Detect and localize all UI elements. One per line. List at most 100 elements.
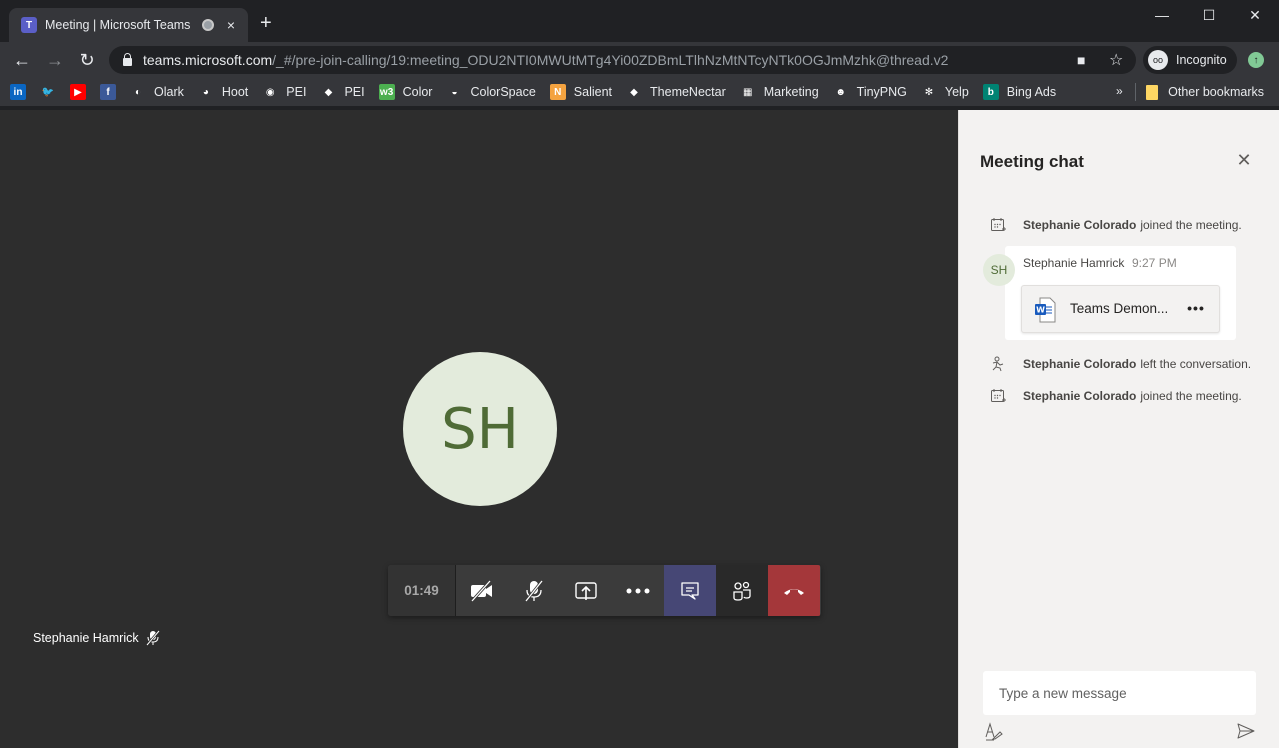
teams-content: SH 01:49 Stephanie Hamrick Meeting chat … — [0, 110, 1279, 748]
tab-strip: T Meeting | Microsoft Teams × + — ☐ ✕ — [0, 0, 1279, 42]
back-button[interactable]: ← — [10, 48, 34, 72]
message-input[interactable] — [999, 683, 1239, 703]
bookmark-item[interactable]: ◆ ThemeNectar — [626, 84, 726, 100]
share-screen-icon — [575, 581, 597, 600]
file-name: Teams Demon... — [1070, 301, 1169, 316]
bookmark-label: Salient — [573, 85, 613, 99]
muted-mic-icon — [145, 630, 160, 646]
teams-icon: T — [21, 17, 37, 33]
maximize-button[interactable]: ☐ — [1186, 4, 1232, 26]
send-icon — [1237, 723, 1255, 739]
participant-avatar: SH — [403, 352, 557, 506]
forward-button[interactable]: → — [43, 48, 67, 72]
bookmark-item[interactable]: w3 Color — [378, 84, 433, 100]
minimize-button[interactable]: — — [1139, 4, 1185, 26]
bookmark-favicon-icon: b — [982, 84, 999, 100]
camera-off-icon — [470, 579, 492, 602]
chat-icon — [681, 581, 699, 600]
recording-indicator-icon — [202, 19, 214, 31]
bookmarks-overflow-icon[interactable]: » — [1116, 84, 1123, 98]
more-actions-button[interactable] — [612, 565, 664, 616]
file-more-options-button[interactable]: ••• — [1184, 296, 1208, 320]
message-sender: Stephanie Hamrick — [1023, 256, 1125, 270]
bookmark-favicon-icon: ◒ — [451, 86, 458, 98]
folder-icon — [1146, 84, 1159, 100]
bookmark-favicon-icon: 🐦 — [41, 86, 55, 98]
camera-toggle-button[interactable] — [456, 565, 508, 616]
tab-meeting[interactable]: T Meeting | Microsoft Teams × — [9, 8, 248, 42]
bookmark-item[interactable]: ☻ TinyPNG — [833, 84, 907, 100]
chat-toggle-button[interactable] — [664, 565, 716, 616]
other-bookmarks-label: Other bookmarks — [1168, 85, 1264, 99]
tab-title: Meeting | Microsoft Teams — [45, 18, 191, 32]
bookmark-label: ThemeNectar — [650, 85, 726, 99]
browser-window: T Meeting | Microsoft Teams × + — ☐ ✕ ← … — [0, 0, 1279, 748]
bookmark-item[interactable]: ◕ Hoot — [198, 84, 248, 100]
bookmark-item[interactable]: ◆ PEI — [320, 84, 365, 100]
person-leave-icon — [990, 356, 1006, 372]
bookmark-item[interactable]: b Bing Ads — [982, 84, 1057, 100]
bookmark-favicon-icon: ☻ — [835, 86, 846, 98]
bookmark-favicon-icon: in — [10, 84, 26, 100]
bookmark-item[interactable]: f — [100, 84, 116, 100]
bookmark-item[interactable]: ▦ Marketing — [740, 84, 819, 100]
bookmark-favicon-icon: w3 — [378, 84, 395, 100]
file-attachment[interactable]: W Teams Demon... ••• — [1021, 285, 1220, 333]
bookmark-favicon-icon: ◆ — [324, 86, 333, 98]
share-button[interactable] — [560, 565, 612, 616]
event-text: left the conversation. — [1140, 357, 1252, 371]
bookmark-favicon-icon: ✻ — [924, 86, 934, 98]
bookmark-favicon-icon: ▶ — [70, 84, 86, 100]
bookmark-label: ColorSpace — [470, 85, 536, 99]
event-actor: Stephanie Colorado — [1023, 357, 1137, 371]
participants-icon — [733, 581, 751, 601]
system-message: Stephanie Colorado joined the meeting. — [990, 388, 1242, 404]
incognito-label: Incognito — [1176, 53, 1227, 67]
mic-toggle-button[interactable] — [508, 565, 560, 616]
call-timer: 01:49 — [388, 565, 456, 616]
call-controls: 01:49 — [388, 565, 821, 616]
bookmark-item[interactable]: ▶ — [70, 84, 86, 100]
bookmark-label: Bing Ads — [1006, 85, 1057, 99]
bookmark-label: Olark — [154, 85, 184, 99]
bookmark-label: PEI — [344, 85, 365, 99]
bookmark-star-icon[interactable]: ☆ — [1109, 50, 1123, 70]
hang-up-button[interactable] — [768, 565, 820, 616]
send-button[interactable] — [1235, 720, 1257, 742]
bookmark-favicon-icon: ▦ — [743, 86, 753, 98]
system-message: Stephanie Colorado left the conversation… — [990, 356, 1251, 372]
bookmark-label: Hoot — [221, 85, 249, 99]
incognito-profile-button[interactable]: oo Incognito — [1143, 46, 1237, 74]
address-bar[interactable]: teams.microsoft.com /_#/pre-join-calling… — [109, 46, 1136, 74]
close-chat-button[interactable]: ✕ — [1235, 150, 1253, 170]
bookmark-item[interactable]: in — [10, 84, 26, 100]
close-window-button[interactable]: ✕ — [1232, 4, 1278, 26]
bookmark-label: PEI — [286, 85, 307, 99]
bookmark-item[interactable]: ◒ ColorSpace — [446, 84, 535, 100]
participants-toggle-button[interactable] — [716, 565, 768, 616]
bookmark-item[interactable]: ✻ Yelp — [921, 84, 969, 100]
tab-close-icon[interactable]: × — [224, 17, 238, 33]
other-bookmarks[interactable]: Other bookmarks — [1125, 78, 1264, 106]
bookmark-item[interactable]: ◉ PEI — [262, 84, 307, 100]
bookmark-favicon-icon: ◕ — [202, 86, 209, 98]
bookmarks-list: in 🐦 ▶ f ◐ Olark ◕ Hoot ◉ PEI ◆ PEI w3 Color ◒ ColorSpa… — [10, 84, 1070, 100]
url-path: /_#/pre-join-calling/19:meeting_ODU2NTI0… — [272, 52, 949, 68]
calendar-join-icon — [990, 388, 1006, 404]
camera-icon[interactable]: ■ — [1077, 52, 1085, 68]
bookmarks-bar: in 🐦 ▶ f ◐ Olark ◕ Hoot ◉ PEI ◆ PEI w3 Color ◒ ColorSpa… — [0, 78, 1279, 106]
more-icon — [626, 588, 650, 593]
update-icon[interactable]: ↑ — [1248, 52, 1264, 68]
compose-box — [983, 671, 1256, 715]
format-button[interactable] — [983, 720, 1005, 742]
participant-name: Stephanie Hamrick — [33, 631, 139, 645]
event-text: joined the meeting. — [1140, 389, 1242, 403]
bookmark-label: Yelp — [944, 85, 969, 99]
reload-button[interactable]: ↻ — [75, 48, 99, 72]
bookmark-item[interactable]: 🐦 — [40, 84, 56, 100]
new-tab-button[interactable]: + — [260, 13, 272, 33]
bookmark-item[interactable]: N Salient — [549, 84, 613, 100]
bookmark-label: Color — [402, 85, 433, 99]
bookmark-item[interactable]: ◐ Olark — [130, 84, 184, 100]
svg-text:W: W — [1036, 306, 1045, 315]
